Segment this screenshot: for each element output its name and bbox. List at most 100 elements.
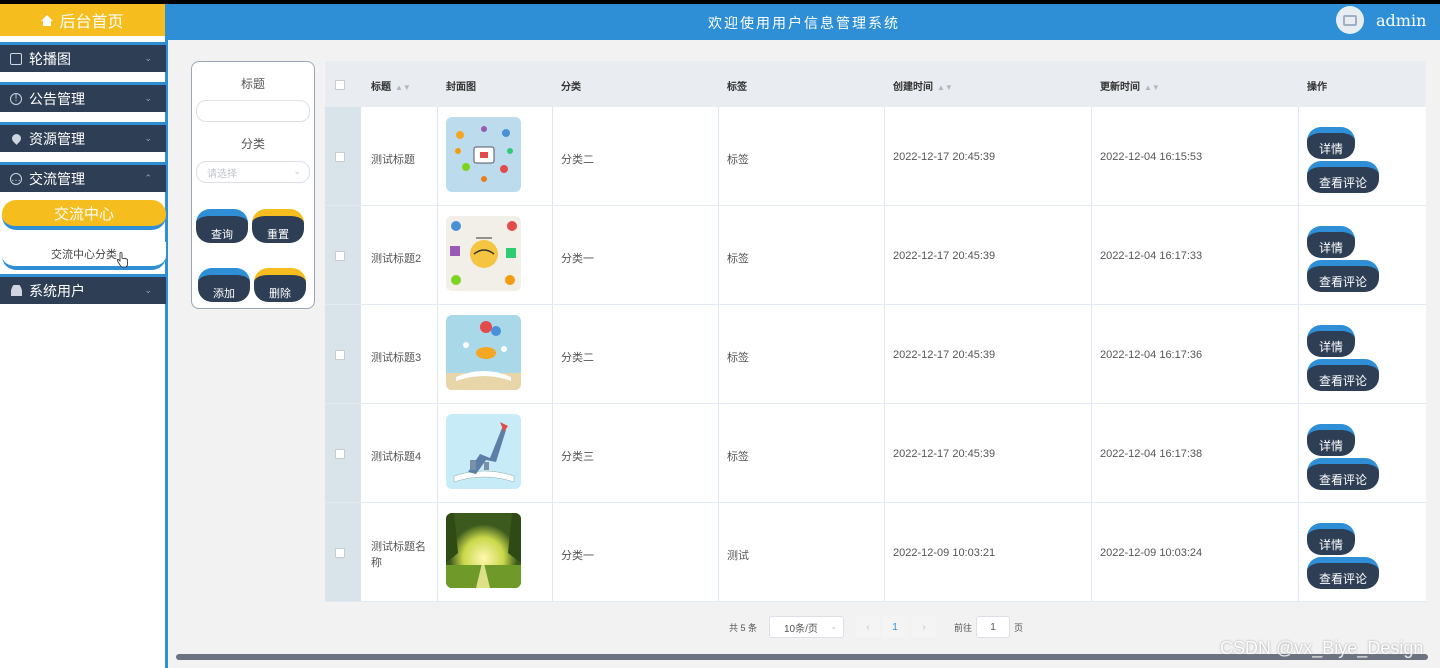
goto-page-input[interactable]: 1 — [976, 616, 1010, 638]
watermark: CSDN @vx_Biye_Design — [1220, 638, 1424, 658]
sort-icon: ▲▼ — [395, 83, 411, 92]
reset-button[interactable]: 重置 — [252, 209, 304, 243]
app-window: 后台首页 轮播图 ⌄ ! 公告管理 ⌄ 资源管理 ⌄ … 交流管理 ⌃ 交流中心… — [0, 4, 1440, 668]
header-created[interactable]: 创建时间 ▲▼ — [893, 78, 953, 93]
cell-tag: 标签 — [727, 154, 749, 166]
data-table: 标题 ▲▼ 封面图 分类 标签 创建时间 ▲▼ 更新时间 ▲▼ 操作 测试标题 分 — [325, 61, 1426, 602]
row-checkbox[interactable] — [335, 449, 345, 459]
header-title[interactable]: 标题 ▲▼ — [371, 78, 411, 93]
delete-button[interactable]: 删除 — [254, 268, 306, 302]
cell-title: 测试标题名称 — [371, 541, 426, 569]
cell-created: 2022-12-17 20:45:39 — [893, 448, 996, 460]
chevron-down-icon: ⌄ — [144, 133, 152, 143]
row-checkbox[interactable] — [335, 350, 345, 360]
cell-category: 分类三 — [561, 451, 594, 463]
home-label: 后台首页 — [59, 14, 124, 31]
table-header: 标题 ▲▼ 封面图 分类 标签 创建时间 ▲▼ 更新时间 ▲▼ 操作 — [325, 61, 1426, 107]
header-updated[interactable]: 更新时间 ▲▼ — [1100, 78, 1160, 93]
view-comments-button[interactable]: 查看评论 — [1307, 458, 1379, 490]
table-row: 测试标题4 分类三 标签 2022-12-17 20:45:39 2022-12… — [325, 404, 1426, 503]
submenu-exchange-center[interactable]: 交流中心 — [2, 200, 166, 230]
cell-tag: 标签 — [727, 253, 749, 265]
sort-icon: ▲▼ — [1144, 83, 1160, 92]
chat-icon: … — [10, 172, 22, 185]
pagination-total: 共 5 条 — [729, 623, 758, 633]
sort-icon: ▲▼ — [937, 83, 953, 92]
sidebar-item-system-user[interactable]: 系统用户 ⌄ — [0, 274, 166, 304]
location-pin-icon — [10, 133, 22, 145]
detail-button[interactable]: 详情 — [1307, 523, 1355, 555]
query-button[interactable]: 查询 — [196, 209, 248, 243]
row-checkbox[interactable] — [335, 251, 345, 261]
cover-image[interactable] — [446, 315, 521, 390]
add-button[interactable]: 添加 — [198, 268, 250, 302]
detail-button[interactable]: 详情 — [1307, 226, 1355, 258]
view-comments-button[interactable]: 查看评论 — [1307, 260, 1379, 292]
goto-suffix: 页 — [1014, 623, 1024, 633]
view-comments-button[interactable]: 查看评论 — [1307, 161, 1379, 193]
row-checkbox[interactable] — [335, 152, 345, 162]
sidebar-item-label: 交流管理 — [29, 170, 85, 187]
cover-image[interactable] — [446, 117, 521, 192]
hand-cursor-icon — [116, 252, 128, 268]
cover-image[interactable] — [446, 216, 521, 291]
sidebar-item-notice[interactable]: ! 公告管理 ⌄ — [0, 82, 166, 112]
cell-title: 测试标题2 — [371, 253, 422, 265]
detail-button[interactable]: 详情 — [1307, 127, 1355, 159]
chevron-down-icon: ⌄ — [293, 166, 301, 176]
top-header: 欢迎使用用户信息管理系统 admin — [168, 4, 1440, 40]
sidebar-item-resource[interactable]: 资源管理 ⌄ — [0, 122, 166, 152]
cell-title: 测试标题3 — [371, 352, 422, 364]
cell-category: 分类一 — [561, 253, 594, 265]
category-placeholder: 请选择 — [207, 168, 237, 180]
table-row: 测试标题 分类二 标签 2022-12-17 20:45:39 2022-12-… — [325, 107, 1426, 206]
cover-image[interactable] — [446, 513, 521, 588]
category-select[interactable]: 请选择 ⌄ — [196, 161, 310, 183]
sidebar-item-exchange[interactable]: … 交流管理 ⌃ — [0, 162, 166, 192]
submenu-exchange-center-category[interactable]: 交流中心分类 — [2, 242, 166, 270]
page-title: 欢迎使用用户信息管理系统 — [708, 16, 900, 32]
table-row: 测试标题名称 分类一 测试 2022-12-09 10:03:21 2022-1… — [325, 503, 1426, 602]
cell-created: 2022-12-09 10:03:21 — [893, 547, 996, 559]
chevron-down-icon: ⌄ — [144, 93, 152, 103]
cell-tag: 标签 — [727, 451, 749, 463]
table-row: 测试标题3 分类二 标签 2022-12-17 20:45:39 2022-12… — [325, 305, 1426, 404]
chevron-down-icon: ⌄ — [144, 53, 152, 63]
sidebar-item-label: 轮播图 — [29, 50, 71, 67]
cover-image[interactable] — [446, 414, 521, 489]
cell-category: 分类二 — [561, 352, 594, 364]
page-size-select[interactable]: 10条/页 ⌄ — [769, 616, 844, 638]
avatar[interactable] — [1336, 6, 1364, 34]
page-number-current[interactable]: 1 — [882, 616, 908, 638]
submenu-label: 交流中心分类 — [51, 249, 117, 261]
cell-updated: 2022-12-09 10:03:24 — [1100, 547, 1203, 559]
cell-created: 2022-12-17 20:45:39 — [893, 349, 996, 361]
image-placeholder-icon — [1343, 14, 1357, 26]
cell-created: 2022-12-17 20:45:39 — [893, 151, 996, 163]
sidebar-home[interactable]: 后台首页 — [0, 4, 165, 36]
header-category: 分类 — [561, 82, 581, 93]
detail-button[interactable]: 详情 — [1307, 424, 1355, 456]
row-checkbox[interactable] — [335, 548, 345, 558]
view-comments-button[interactable]: 查看评论 — [1307, 359, 1379, 391]
user-name[interactable]: admin — [1376, 11, 1426, 30]
view-comments-button[interactable]: 查看评论 — [1307, 557, 1379, 589]
home-icon — [41, 14, 54, 26]
chevron-right-icon: › — [922, 621, 926, 633]
picture-icon — [10, 52, 22, 65]
sidebar: 后台首页 轮播图 ⌄ ! 公告管理 ⌄ 资源管理 ⌄ … 交流管理 ⌃ 交流中心… — [0, 4, 168, 668]
sidebar-item-carousel[interactable]: 轮播图 ⌄ — [0, 42, 166, 72]
cell-tag: 测试 — [727, 550, 749, 562]
cell-title: 测试标题4 — [371, 451, 422, 463]
detail-button[interactable]: 详情 — [1307, 325, 1355, 357]
user-icon — [10, 285, 22, 297]
table-row: 测试标题2 分类一 标签 2022-12-17 20:45:39 2022-12… — [325, 206, 1426, 305]
cell-updated: 2022-12-04 16:15:53 — [1100, 151, 1203, 163]
goto-prefix: 前往 — [954, 623, 973, 633]
select-all-checkbox[interactable] — [335, 80, 345, 90]
cell-updated: 2022-12-04 16:17:38 — [1100, 448, 1203, 460]
title-search-input[interactable] — [196, 100, 310, 122]
next-page-button[interactable]: › — [912, 616, 936, 638]
prev-page-button[interactable]: ‹ — [856, 616, 880, 638]
cell-tag: 标签 — [727, 352, 749, 364]
